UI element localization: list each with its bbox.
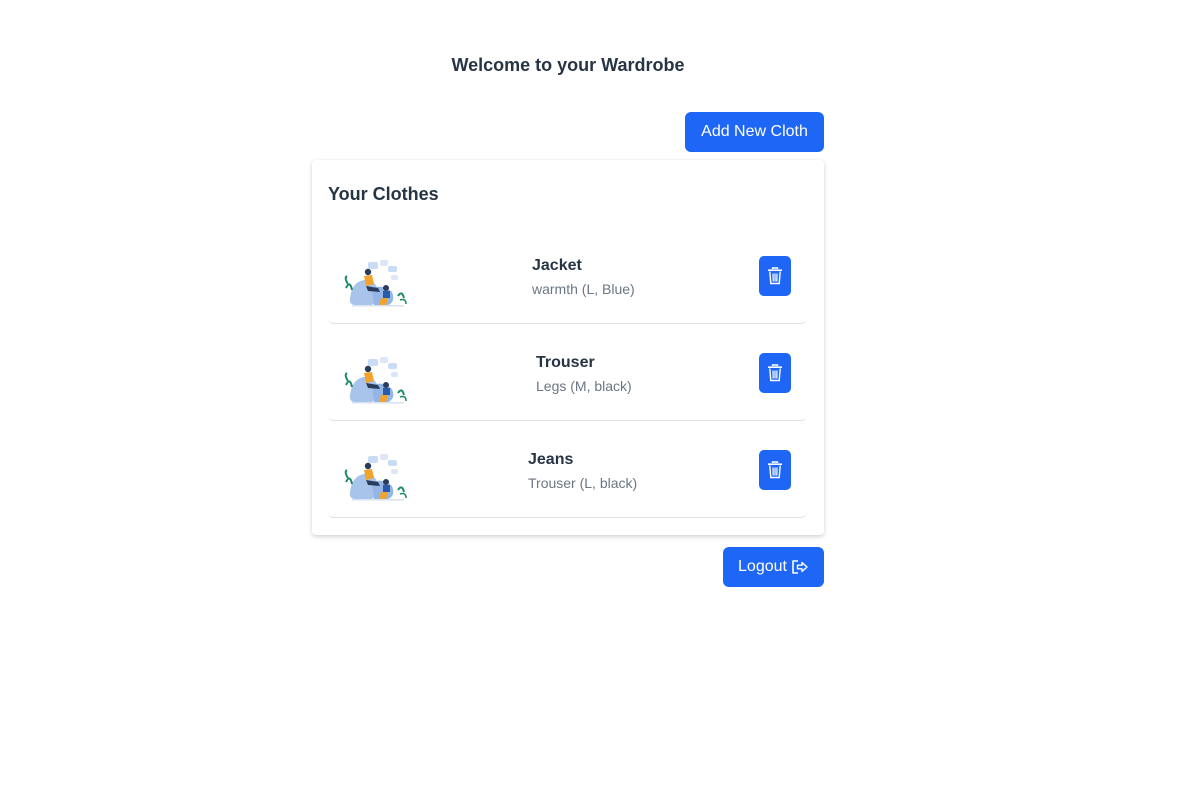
list-item: Jacket warmth (L, Blue): [328, 234, 807, 324]
wardrobe-illustration-icon: [344, 357, 407, 404]
delete-button[interactable]: [759, 450, 791, 490]
wardrobe-illustration-icon: [344, 454, 407, 501]
item-description: warmth (L, Blue): [532, 281, 635, 297]
item-description: Legs (M, black): [536, 378, 632, 394]
item-name: Jacket: [532, 257, 582, 274]
logout-label: Logout: [738, 558, 787, 575]
item-name: Jeans: [528, 451, 574, 468]
page-title: Welcome to your Wardrobe: [451, 55, 685, 75]
trash-icon: [768, 364, 782, 382]
logout-icon: [792, 560, 808, 574]
add-new-cloth-button[interactable]: Add New Cloth: [685, 112, 824, 152]
trash-icon: [768, 461, 782, 479]
list-item: Trouser Legs (M, black): [328, 331, 807, 421]
clothes-card: Your Clothes Jacket warmth (L, Blue) Tro…: [312, 160, 824, 535]
clothes-heading: Your Clothes: [328, 184, 439, 204]
delete-button[interactable]: [759, 256, 791, 296]
item-description: Trouser (L, black): [528, 475, 638, 491]
list-item: Jeans Trouser (L, black): [328, 428, 807, 518]
wardrobe-illustration-icon: [344, 260, 407, 307]
trash-icon: [768, 267, 782, 285]
item-name: Trouser: [536, 354, 595, 371]
delete-button[interactable]: [759, 353, 791, 393]
logout-button[interactable]: Logout: [723, 547, 824, 587]
